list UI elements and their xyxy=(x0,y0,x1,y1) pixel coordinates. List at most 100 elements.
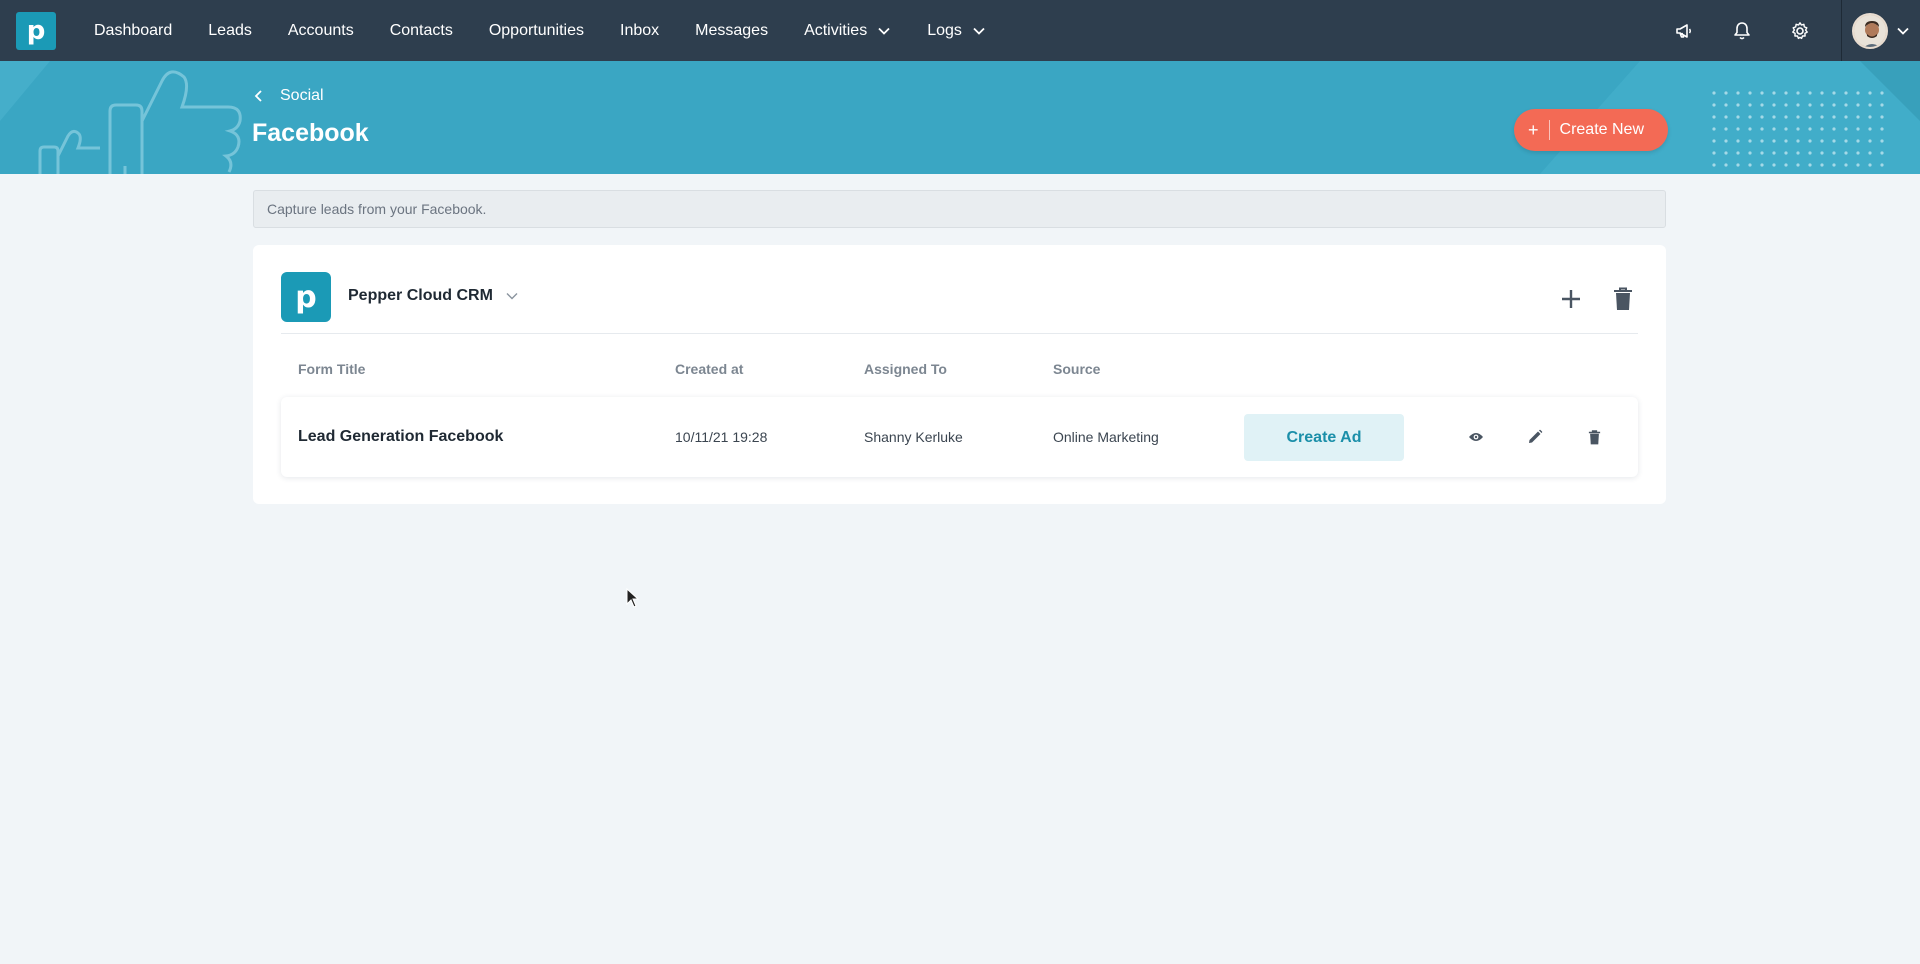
trash-icon xyxy=(1588,429,1600,444)
user-menu[interactable] xyxy=(1842,0,1920,61)
decor-dot xyxy=(1832,163,1836,167)
trash-icon xyxy=(1614,287,1632,310)
nav-item-accounts[interactable]: Accounts xyxy=(270,0,372,61)
decor-dot xyxy=(1808,151,1812,155)
decor-dot xyxy=(1724,151,1728,155)
nav-label: Opportunities xyxy=(488,21,584,39)
nav-item-contacts[interactable]: Contacts xyxy=(372,0,471,61)
create-ad-button[interactable]: Create Ad xyxy=(1244,414,1404,461)
nav-label: Activities xyxy=(804,21,868,39)
decor-dot xyxy=(1760,103,1764,107)
decor-dot xyxy=(1736,115,1740,119)
avatar-image xyxy=(1854,14,1886,47)
decor-dot xyxy=(1820,139,1824,143)
page-logo-mark: p xyxy=(295,279,317,315)
plus-icon: + xyxy=(1528,120,1539,140)
decor-dot xyxy=(1808,103,1812,107)
nav-item-logs[interactable]: Logs xyxy=(909,0,1004,61)
decor-dot xyxy=(1796,139,1800,143)
column-header-assigned-to: Assigned To xyxy=(864,361,947,377)
decor-dot xyxy=(1784,115,1788,119)
decor-dot xyxy=(1856,127,1860,131)
chevron-down-icon xyxy=(878,27,890,35)
nav-label: Inbox xyxy=(620,21,660,39)
decor-dot xyxy=(1748,151,1752,155)
decor-dot xyxy=(1820,91,1824,95)
decor-dot xyxy=(1880,115,1884,119)
decor-dot xyxy=(1820,127,1824,131)
nav-item-messages[interactable]: Messages xyxy=(677,0,786,61)
card-header: p Pepper Cloud CRM xyxy=(281,272,1638,334)
decor-dot xyxy=(1796,163,1800,167)
nav-item-activities[interactable]: Activities xyxy=(786,0,909,61)
edit-form-button[interactable] xyxy=(1521,423,1549,451)
decor-dot xyxy=(1796,115,1800,119)
nav-item-inbox[interactable]: Inbox xyxy=(602,0,677,61)
decor-dot xyxy=(1724,139,1728,143)
decor-dot xyxy=(1856,103,1860,107)
page-title: Facebook xyxy=(252,119,369,147)
decor-dot xyxy=(1724,91,1728,95)
decor-dot xyxy=(1808,127,1812,131)
avatar xyxy=(1852,12,1888,49)
decor-dot xyxy=(1856,163,1860,167)
decor-dot xyxy=(1712,163,1716,167)
decor-dot xyxy=(1844,91,1848,95)
decor-dot xyxy=(1772,115,1776,119)
page-selector[interactable]: Pepper Cloud CRM xyxy=(348,287,519,305)
decor-dot xyxy=(1868,103,1872,107)
decor-dot xyxy=(1736,91,1740,95)
decor-dot xyxy=(1772,127,1776,131)
nav-item-leads[interactable]: Leads xyxy=(190,0,270,61)
table-header: Form Title Created at Assigned To Source xyxy=(298,361,1638,381)
decor-dot xyxy=(1808,115,1812,119)
decor-dot xyxy=(1784,91,1788,95)
breadcrumb-back-social[interactable]: Social xyxy=(252,87,324,105)
decor-dot xyxy=(1748,139,1752,143)
decor-dot xyxy=(1832,103,1836,107)
decor-dot xyxy=(1868,139,1872,143)
decor-dot xyxy=(1820,103,1824,107)
nav-label: Contacts xyxy=(389,21,453,39)
view-form-button[interactable] xyxy=(1462,423,1490,451)
delete-page-button[interactable] xyxy=(1608,284,1638,314)
nav-right-tools xyxy=(1655,0,1920,61)
decor-dot xyxy=(1832,127,1836,131)
decor-dot xyxy=(1748,115,1752,119)
decor-dot xyxy=(1760,151,1764,155)
decor-dot xyxy=(1784,103,1788,107)
app-logo[interactable]: p xyxy=(16,12,56,50)
nav-label: Messages xyxy=(695,21,769,39)
add-form-button[interactable] xyxy=(1556,284,1586,314)
delete-form-button[interactable] xyxy=(1580,423,1608,451)
decor-dot xyxy=(1856,91,1860,95)
decor-dot xyxy=(1712,151,1716,155)
nav-item-opportunities[interactable]: Opportunities xyxy=(471,0,602,61)
decor-dot xyxy=(1724,103,1728,107)
decor-dot xyxy=(1844,139,1848,143)
create-new-button[interactable]: + Create New xyxy=(1514,109,1668,151)
bell-icon xyxy=(1734,21,1750,39)
megaphone-icon xyxy=(1676,23,1691,38)
eye-icon xyxy=(1469,433,1483,441)
decor-dot xyxy=(1760,127,1764,131)
decor-dot xyxy=(1760,115,1764,119)
announcements-button[interactable] xyxy=(1655,0,1713,61)
page-logo: p xyxy=(281,272,331,322)
nav-item-dashboard[interactable]: Dashboard xyxy=(76,0,190,61)
decor-dot xyxy=(1808,163,1812,167)
form-title-cell: Lead Generation Facebook xyxy=(298,428,504,445)
decor-dot xyxy=(1856,115,1860,119)
chevron-down-icon xyxy=(506,293,518,300)
decor-dot xyxy=(1712,139,1716,143)
decor-dot xyxy=(1844,151,1848,155)
page-name: Pepper Cloud CRM xyxy=(348,287,493,304)
decor-dot xyxy=(1844,163,1848,167)
notifications-button[interactable] xyxy=(1713,0,1771,61)
column-header-source: Source xyxy=(1053,361,1101,377)
settings-button[interactable] xyxy=(1771,0,1829,61)
decor-dot xyxy=(1736,103,1740,107)
assigned-to-cell: Shanny Kerluke xyxy=(864,429,963,445)
top-navbar: p Dashboard Leads Accounts Contacts Oppo… xyxy=(0,0,1920,61)
decor-dot xyxy=(1760,91,1764,95)
